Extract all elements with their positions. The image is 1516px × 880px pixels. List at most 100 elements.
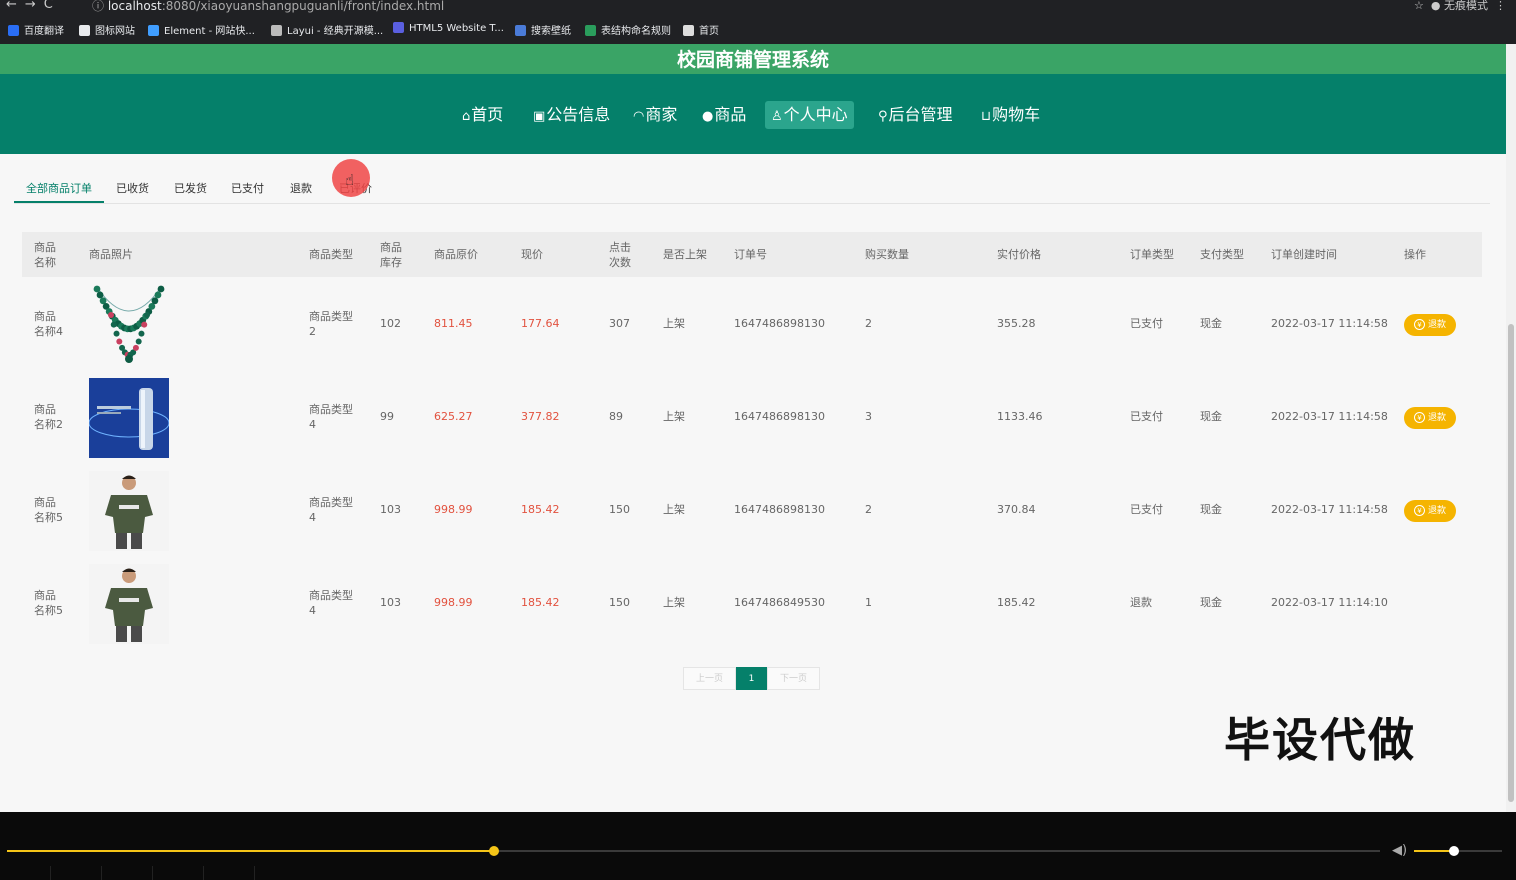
column-header: 商品 名称 xyxy=(34,241,56,269)
nav-item[interactable]: ◠商家 xyxy=(627,101,683,129)
volume-slider[interactable] xyxy=(1414,846,1502,856)
column-header: 现价 xyxy=(521,248,543,261)
nav-item[interactable]: ⚲后台管理 xyxy=(872,101,959,129)
cursor-hand-icon: ☝ xyxy=(345,171,355,189)
player-divider xyxy=(101,866,102,880)
page-1-button[interactable]: 1 xyxy=(736,667,767,690)
bookmark-item[interactable]: 图标网站 xyxy=(79,22,135,37)
column-header: 商品 库存 xyxy=(380,241,402,269)
order-tab[interactable]: 已支付 xyxy=(231,180,264,196)
refund-button[interactable]: ¥ 退款 xyxy=(1404,500,1456,522)
bookmark-label: 搜索壁纸 xyxy=(531,26,571,37)
bookmark-item[interactable]: 表结构命名规则 xyxy=(585,22,671,37)
cell-orig: 811.45 xyxy=(434,317,473,330)
bookmark-label: 表结构命名规则 xyxy=(601,26,671,37)
column-header: 购买数量 xyxy=(865,248,909,261)
order-tab[interactable]: 已收货 xyxy=(116,180,149,196)
cell-created: 2022-03-17 11:14:58 xyxy=(1271,410,1388,423)
cell-qty: 3 xyxy=(865,410,872,423)
nav-label: 商家 xyxy=(645,105,678,124)
browser-profile[interactable]: ☆ ● 无痕模式 ⋮ xyxy=(1414,0,1506,13)
cell-pay-type: 现金 xyxy=(1200,596,1222,609)
volume-level xyxy=(1414,850,1454,852)
nav-icon: ▣ xyxy=(533,109,546,124)
order-tab[interactable]: 退款 xyxy=(290,180,312,196)
cell-qty: 1 xyxy=(865,596,872,609)
seek-bar[interactable] xyxy=(7,846,1380,856)
player-divider xyxy=(254,866,255,880)
yen-icon: ¥ xyxy=(1413,319,1425,330)
yen-icon: ¥ xyxy=(1413,505,1425,516)
player-divider xyxy=(152,866,153,880)
cell-type: 商品类型 4 xyxy=(309,589,353,617)
active-tab-underline xyxy=(14,201,104,203)
bookmark-icon xyxy=(79,25,90,36)
cell-stock: 102 xyxy=(380,317,401,330)
cell-price: 185.42 xyxy=(521,503,560,516)
scrollbar-thumb[interactable] xyxy=(1508,324,1514,802)
column-header: 订单创建时间 xyxy=(1271,248,1337,261)
refund-button[interactable]: ¥ 退款 xyxy=(1404,314,1456,336)
main-nav: ⌂首页 ▣公告信息 ◠商家 ●商品 ♙个人中心 ⚲后台管理 ⊔购物车 xyxy=(0,74,1506,154)
refund-label: 退款 xyxy=(1427,320,1446,330)
refund-button[interactable]: ¥ 退款 xyxy=(1404,407,1456,429)
bookmark-item[interactable]: 搜索壁纸 xyxy=(515,22,571,37)
nav-label: 个人中心 xyxy=(783,105,848,124)
bookmark-item[interactable]: Element - 网站快... xyxy=(148,22,255,37)
bookmark-item[interactable]: 百度翻译 xyxy=(8,22,64,37)
profile-label: 无痕模式 xyxy=(1444,0,1488,12)
html5-icon xyxy=(393,22,404,33)
volume-handle[interactable] xyxy=(1448,846,1459,856)
url-path: :8080/xiaoyuanshangpuguanli/front/index.… xyxy=(161,0,445,13)
bookmark-item[interactable]: HTML5 Website T... xyxy=(393,22,504,34)
bookmark-item[interactable]: Layui - 经典开源模... xyxy=(271,22,383,37)
bookmark-item[interactable]: 首页 xyxy=(683,22,719,37)
page-content: 校园商铺管理系统 ⌂首页 ▣公告信息 ◠商家 ●商品 ♙个人中心 ⚲后台管理 ⊔购物车 全部… xyxy=(0,44,1506,812)
next-page-button[interactable]: 下一页 xyxy=(767,667,820,690)
cell-paid: 1133.46 xyxy=(997,410,1043,423)
volume-icon[interactable]: ◀) xyxy=(1392,843,1407,858)
cell-order-no: 1647486898130 xyxy=(734,317,825,330)
cell-price: 377.82 xyxy=(521,410,560,423)
cell-type: 商品类型 4 xyxy=(309,403,353,431)
prev-page-button[interactable]: 上一页 xyxy=(683,667,736,690)
cell-orig: 998.99 xyxy=(434,596,473,609)
cell-price: 185.42 xyxy=(521,596,560,609)
nav-item[interactable]: ♙个人中心 xyxy=(765,101,854,129)
nav-label: 首页 xyxy=(471,105,504,124)
browser-nav-icons[interactable]: ←→C xyxy=(6,0,61,12)
cell-created: 2022-03-17 11:14:10 xyxy=(1271,596,1388,609)
nav-icon: ⊔ xyxy=(981,109,992,124)
site-title: 校园商铺管理系统 xyxy=(0,44,1506,74)
cell-order-no: 1647486849530 xyxy=(734,596,825,609)
cell-type: 商品类型 4 xyxy=(309,496,353,524)
nav-item[interactable]: ●商品 xyxy=(696,101,752,129)
column-header: 订单类型 xyxy=(1130,248,1174,261)
yen-icon: ¥ xyxy=(1413,412,1425,423)
nav-item[interactable]: ▣公告信息 xyxy=(527,101,616,129)
cell-paid: 185.42 xyxy=(997,596,1036,609)
nav-item[interactable]: ⊔购物车 xyxy=(975,101,1046,129)
cell-created: 2022-03-17 11:14:58 xyxy=(1271,317,1388,330)
cell-pay-type: 现金 xyxy=(1200,410,1222,423)
nav-icon: ⚲ xyxy=(878,109,888,124)
nav-label: 公告信息 xyxy=(546,105,611,124)
player-divider xyxy=(50,866,51,880)
seek-handle[interactable] xyxy=(489,846,500,856)
cell-orig: 998.99 xyxy=(434,503,473,516)
nav-item[interactable]: ⌂首页 xyxy=(456,101,509,129)
address-bar[interactable]: ⓘ localhost:8080/xiaoyuanshangpuguanli/f… xyxy=(92,0,444,14)
cell-order-type: 已支付 xyxy=(1130,410,1163,423)
column-header: 是否上架 xyxy=(663,248,707,261)
cell-pay-type: 现金 xyxy=(1200,317,1222,330)
order-tab[interactable]: 全部商品订单 xyxy=(26,180,92,196)
player-divider xyxy=(203,866,204,880)
seek-progress xyxy=(7,850,495,852)
order-tab[interactable]: 已发货 xyxy=(174,180,207,196)
cell-orig: 625.27 xyxy=(434,410,473,423)
page-scrollbar[interactable] xyxy=(1506,44,1516,812)
nav-icon: ⌂ xyxy=(462,109,471,124)
nav-icon: ◠ xyxy=(633,109,645,124)
cell-shelf: 上架 xyxy=(663,503,685,516)
cell-type: 商品类型 2 xyxy=(309,310,353,338)
